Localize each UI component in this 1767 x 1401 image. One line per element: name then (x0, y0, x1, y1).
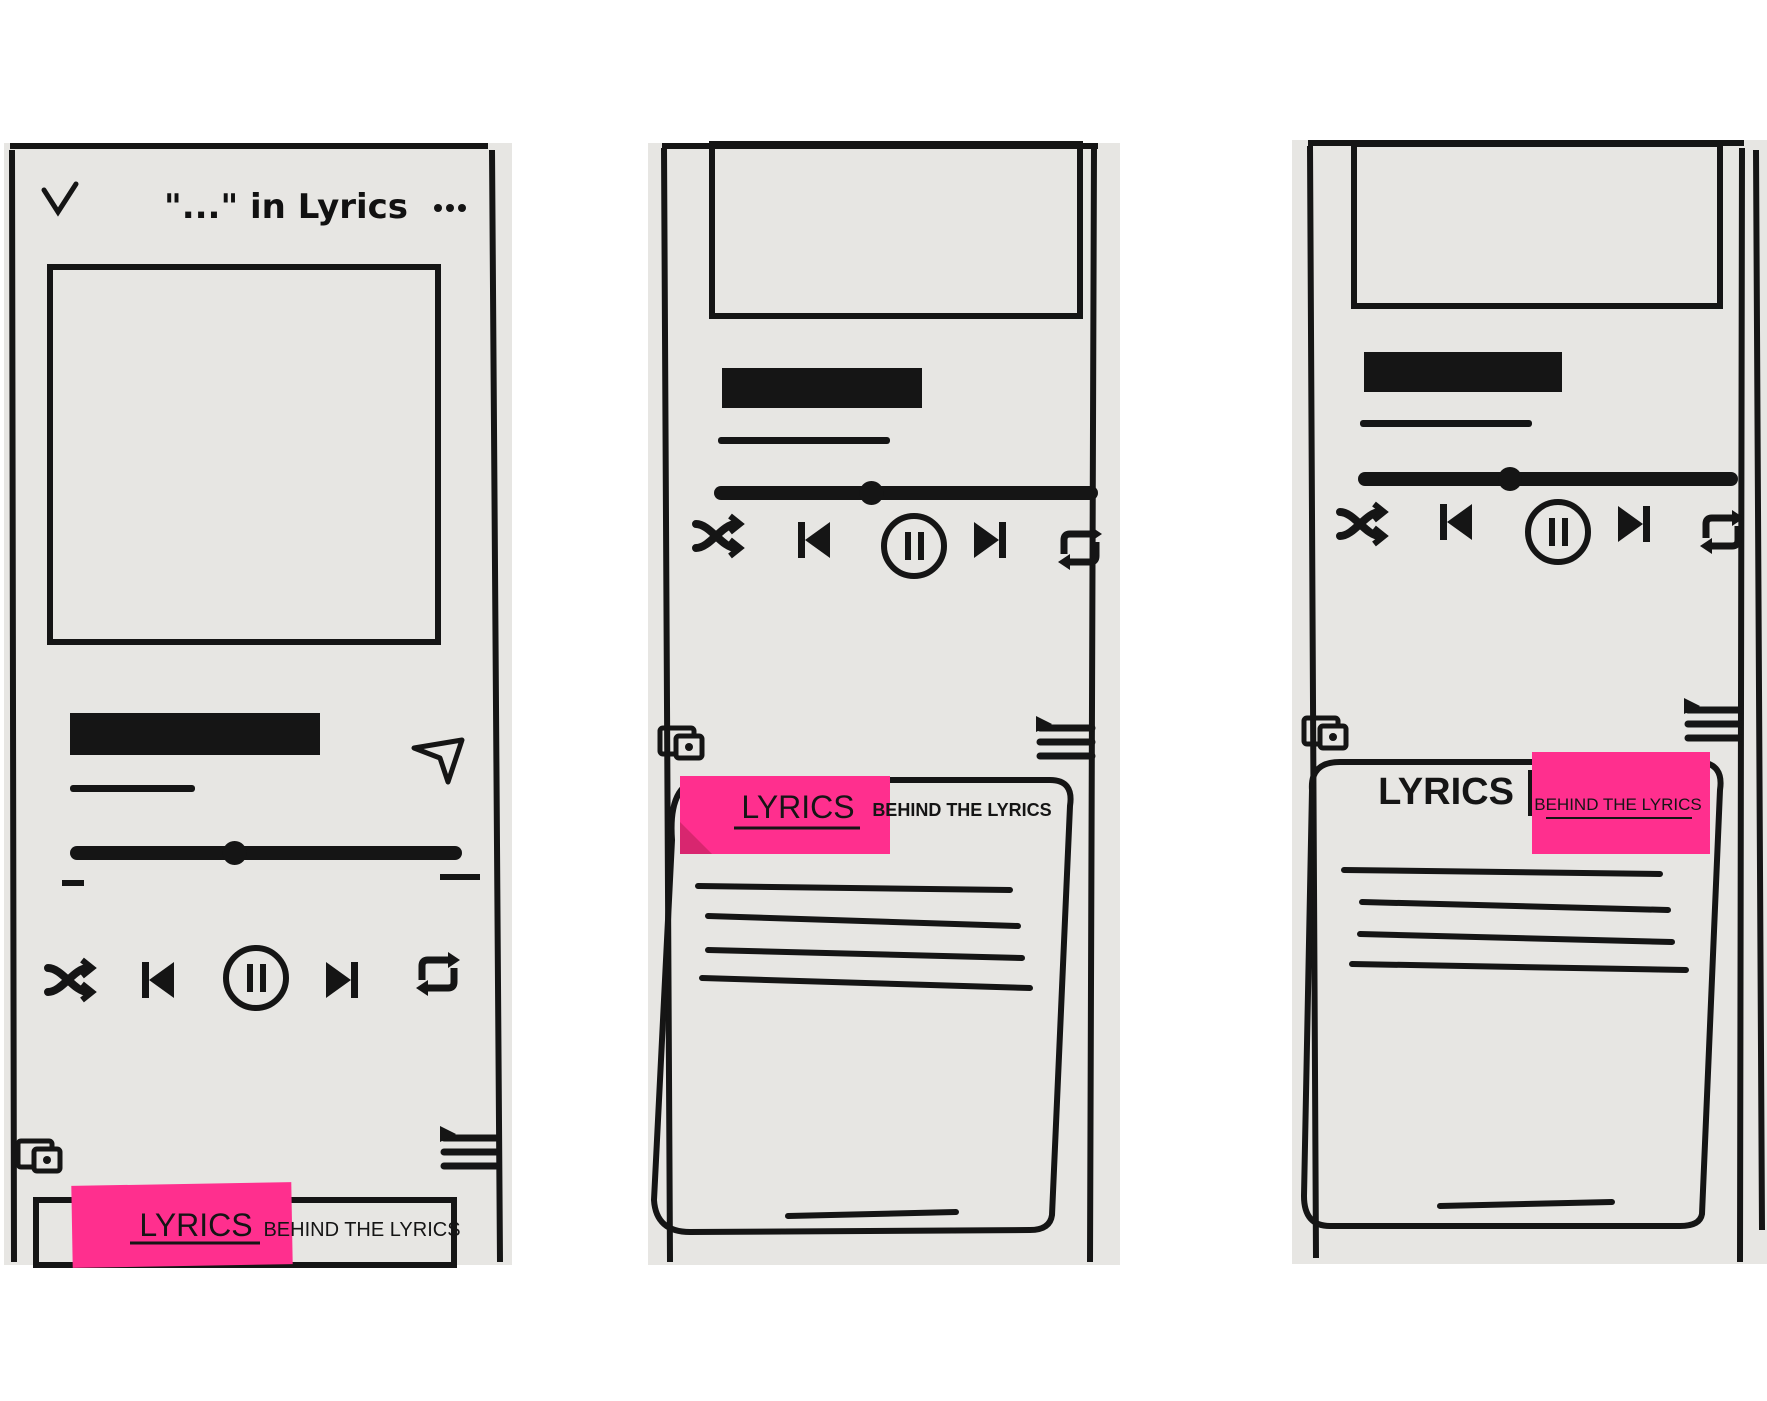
tab-lyrics-label: LYRICS (1378, 771, 1514, 813)
tab-behind-the-lyrics[interactable]: BEHIND THE LYRICS (263, 1219, 460, 1241)
remaining-time-placeholder (440, 874, 480, 880)
wireframe-canvas: "..." in Lyrics LYRICS BEHIND THE LYRICS… (4, 140, 1767, 1268)
panel-handle (1437, 1199, 1615, 1209)
progress-track (714, 486, 1098, 500)
artist-placeholder (1360, 420, 1532, 427)
screen-1: "..." in Lyrics LYRICS BEHIND THE LYRICS (4, 143, 512, 1268)
artist-placeholder (718, 437, 890, 444)
tab-lyrics[interactable]: LYRICS (1378, 771, 1514, 813)
track-title-placeholder (70, 713, 320, 755)
tab-lyrics-label: LYRICS (139, 1207, 252, 1243)
lyrics-line (1341, 867, 1663, 877)
lyrics-line (695, 883, 1013, 893)
header-title: "..." in Lyrics (164, 187, 408, 227)
progress-knob[interactable] (1498, 467, 1522, 491)
elapsed-time-placeholder (62, 880, 84, 886)
tab-behind-the-lyrics-label: BEHIND THE LYRICS (872, 800, 1051, 820)
tab-lyrics-label: LYRICS (741, 789, 854, 825)
paper-sheet (648, 143, 1120, 1265)
progress-knob[interactable] (222, 841, 247, 865)
more-button[interactable] (434, 204, 466, 212)
tab-lyrics[interactable]: LYRICS (680, 776, 890, 854)
tab-behind-the-lyrics[interactable]: BEHIND THE LYRICS (1532, 752, 1710, 854)
progress-knob[interactable] (859, 481, 884, 505)
screen-3: LYRICS BEHIND THE LYRICS (1292, 140, 1767, 1264)
artist-placeholder (70, 785, 195, 792)
progress-track (70, 846, 462, 860)
tab-lyrics[interactable]: LYRICS (71, 1182, 293, 1268)
screen-2: LYRICS BEHIND THE LYRICS (648, 141, 1120, 1265)
panel-handle (785, 1209, 959, 1219)
more-icon (434, 204, 466, 212)
track-title-placeholder (1364, 352, 1562, 392)
track-title-placeholder (722, 368, 922, 408)
progress-track (1358, 472, 1738, 486)
tab-behind-the-lyrics-label: BEHIND THE LYRICS (1534, 795, 1702, 814)
tab-behind-the-lyrics[interactable]: BEHIND THE LYRICS (872, 800, 1051, 820)
tab-behind-the-lyrics-label: BEHIND THE LYRICS (263, 1219, 460, 1241)
